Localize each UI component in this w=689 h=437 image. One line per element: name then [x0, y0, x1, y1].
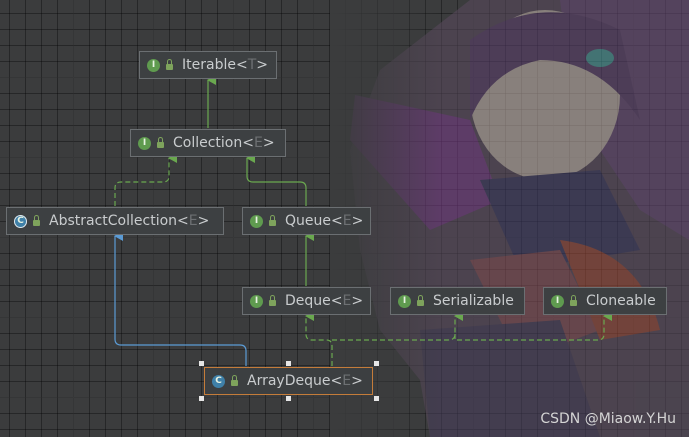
public-lock-icon [33, 215, 40, 226]
resize-handle-top-right[interactable] [374, 361, 379, 366]
node-label: Queue<E> [285, 213, 364, 229]
resize-handle-bottom-middle[interactable] [286, 396, 291, 401]
node-iterable[interactable]: I Iterable<T> [139, 51, 277, 79]
node-label: Cloneable [586, 293, 656, 309]
node-deque[interactable]: I Deque<E> [242, 287, 371, 315]
node-label: Iterable<T> [182, 57, 268, 73]
node-label: Serializable [433, 293, 514, 309]
node-abstract-collection[interactable]: C AbstractCollection<E> [6, 207, 224, 235]
interface-icon: I [250, 214, 263, 228]
watermark-text: CSDN @Miaow.Y.Hu [540, 411, 676, 427]
edge-abstractcollection-collection [114, 153, 177, 206]
node-array-deque[interactable]: C ArrayDeque<E> [204, 367, 373, 395]
public-lock-icon [417, 295, 424, 306]
interface-icon: I [551, 294, 564, 308]
public-lock-icon [269, 295, 276, 306]
edge-arraydeque-cloneable [454, 311, 612, 341]
edge-queue-collection [246, 153, 307, 206]
node-label: Collection<E> [173, 135, 275, 151]
class-icon: C [212, 374, 225, 388]
interface-icon: I [398, 294, 411, 308]
resize-handle-bottom-right[interactable] [374, 396, 379, 401]
public-lock-icon [269, 215, 276, 226]
public-lock-icon [166, 59, 173, 70]
public-lock-icon [570, 295, 577, 306]
edge-arraydeque-deque [305, 311, 333, 366]
node-cloneable[interactable]: I Cloneable [543, 287, 667, 315]
interface-icon: I [147, 58, 160, 72]
node-queue[interactable]: I Queue<E> [242, 207, 371, 235]
interface-icon: I [138, 136, 151, 150]
node-label: AbstractCollection<E> [49, 213, 210, 229]
resize-handle-top-middle[interactable] [286, 361, 291, 366]
edge-arraydeque-serializable [332, 311, 463, 341]
public-lock-icon [231, 375, 238, 386]
public-lock-icon [157, 137, 164, 148]
resize-handle-bottom-left[interactable] [199, 396, 204, 401]
node-label: Deque<E> [285, 293, 364, 309]
resize-handle-top-left[interactable] [199, 361, 204, 366]
node-label: ArrayDeque<E> [247, 373, 363, 389]
interface-icon: I [250, 294, 263, 308]
abstract-class-icon: C [14, 214, 27, 228]
edge-arraydeque-abstractcollection [114, 231, 247, 366]
node-collection[interactable]: I Collection<E> [130, 129, 286, 157]
node-serializable[interactable]: I Serializable [390, 287, 525, 315]
